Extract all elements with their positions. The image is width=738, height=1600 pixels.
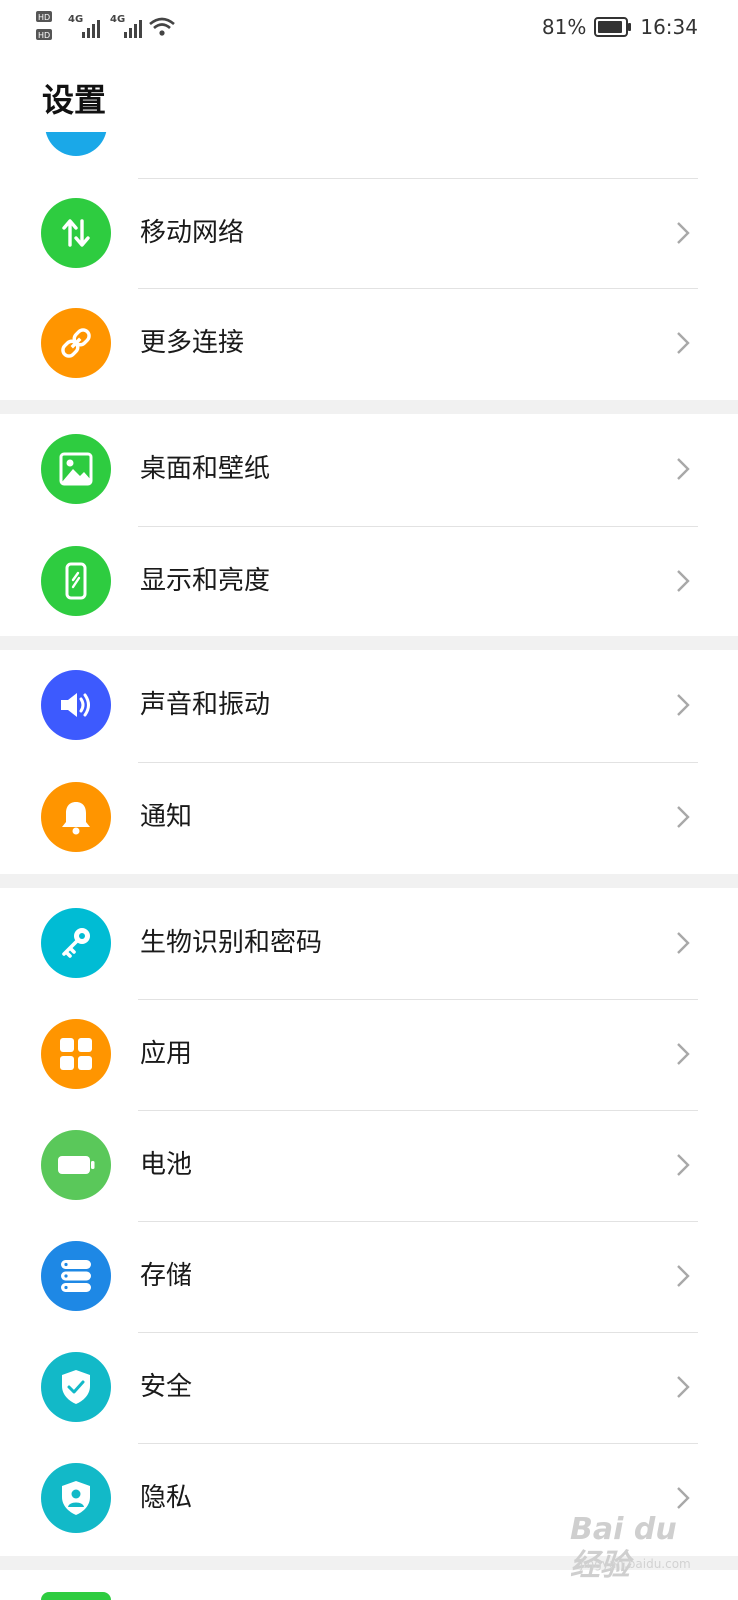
settings-item-label: 安全 bbox=[140, 1372, 193, 1402]
settings-item-storage[interactable]: 存储 bbox=[0, 1221, 738, 1331]
divider bbox=[138, 1221, 698, 1222]
key-icon bbox=[41, 908, 111, 978]
svg-text:4G: 4G bbox=[110, 14, 125, 25]
chevron-right-icon bbox=[677, 932, 690, 954]
status-bar: HD HD 4G 4G 81% 16:34 bbox=[0, 0, 738, 52]
settings-item-label: 存储 bbox=[140, 1261, 193, 1291]
settings-item-security[interactable]: 安全 bbox=[0, 1332, 738, 1442]
chevron-right-icon bbox=[677, 570, 690, 592]
storage-icon bbox=[41, 1241, 111, 1311]
watermark: Bai du 经验 jingyan.baidu.com bbox=[570, 1512, 710, 1583]
battery-icon bbox=[41, 1130, 111, 1200]
divider bbox=[138, 1443, 698, 1444]
settings-item-battery[interactable]: 电池 bbox=[0, 1110, 738, 1220]
settings-item-more-connections[interactable]: 更多连接 bbox=[0, 288, 738, 398]
settings-item-wallpaper[interactable]: 桌面和壁纸 bbox=[0, 414, 738, 524]
privacy-icon bbox=[41, 1463, 111, 1533]
settings-group-system: 生物识别和密码 应用 电池 存储 安全 隐私 bbox=[0, 888, 738, 1556]
settings-item-notifications[interactable]: 通知 bbox=[0, 762, 738, 872]
svg-text:4G: 4G bbox=[68, 14, 83, 25]
settings-item-label: 声音和振动 bbox=[140, 690, 271, 720]
divider bbox=[138, 1332, 698, 1333]
battery-status-icon bbox=[594, 17, 632, 37]
shield-check-icon bbox=[41, 1352, 111, 1422]
page-title: 设置 bbox=[42, 81, 107, 119]
apps-icon bbox=[41, 1019, 111, 1089]
settings-item-mobile-network[interactable]: 移动网络 bbox=[0, 178, 738, 288]
settings-group-display: 桌面和壁纸 显示和亮度 bbox=[0, 414, 738, 636]
chevron-right-icon bbox=[677, 1265, 690, 1287]
svg-text:HD: HD bbox=[38, 13, 50, 22]
chevron-right-icon bbox=[677, 1043, 690, 1065]
chevron-right-icon bbox=[677, 222, 690, 244]
settings-item-label: 更多连接 bbox=[140, 328, 245, 358]
partially-hidden-icon bbox=[45, 132, 107, 156]
wallpaper-icon bbox=[41, 434, 111, 504]
divider bbox=[138, 288, 698, 289]
divider bbox=[138, 178, 698, 179]
link-icon bbox=[41, 308, 111, 378]
settings-item-apps[interactable]: 应用 bbox=[0, 999, 738, 1109]
watermark-subtext: jingyan.baidu.com bbox=[580, 1557, 691, 1571]
settings-group-sound: 声音和振动 通知 bbox=[0, 650, 738, 874]
clock: 16:34 bbox=[640, 15, 698, 39]
chevron-right-icon bbox=[677, 332, 690, 354]
chevron-right-icon bbox=[677, 1154, 690, 1176]
settings-item-label: 显示和亮度 bbox=[140, 566, 271, 596]
header: 设置 bbox=[0, 52, 738, 152]
chevron-right-icon bbox=[677, 694, 690, 716]
divider bbox=[138, 1110, 698, 1111]
settings-item-display-brightness[interactable]: 显示和亮度 bbox=[0, 526, 738, 636]
partially-hidden-icon bbox=[41, 1592, 111, 1600]
signal-icons: HD HD 4G 4G bbox=[36, 11, 175, 40]
sound-icon bbox=[41, 670, 111, 740]
settings-item-label: 电池 bbox=[140, 1150, 193, 1180]
battery-percent: 81% bbox=[541, 15, 587, 39]
settings-item-sound-vibration[interactable]: 声音和振动 bbox=[0, 650, 738, 760]
settings-group-connectivity: 移动网络 更多连接 bbox=[0, 132, 738, 400]
status-right: 81% 16:34 bbox=[542, 12, 698, 42]
chevron-right-icon bbox=[677, 1487, 690, 1509]
divider bbox=[138, 526, 698, 527]
bell-icon bbox=[41, 782, 111, 852]
svg-text:HD: HD bbox=[38, 31, 50, 40]
chevron-right-icon bbox=[677, 458, 690, 480]
display-icon bbox=[41, 546, 111, 616]
settings-item-label: 应用 bbox=[140, 1039, 193, 1069]
settings-item-label: 生物识别和密码 bbox=[140, 928, 323, 958]
settings-item-label: 移动网络 bbox=[140, 218, 245, 248]
settings-item-label: 桌面和壁纸 bbox=[140, 454, 271, 484]
divider bbox=[138, 999, 698, 1000]
mobile-network-icon bbox=[41, 198, 111, 268]
chevron-right-icon bbox=[677, 806, 690, 828]
chevron-right-icon bbox=[677, 1376, 690, 1398]
settings-item-label: 通知 bbox=[140, 802, 193, 832]
divider bbox=[138, 762, 698, 763]
settings-item-biometrics-password[interactable]: 生物识别和密码 bbox=[0, 888, 738, 998]
settings-item-label: 隐私 bbox=[140, 1483, 193, 1513]
